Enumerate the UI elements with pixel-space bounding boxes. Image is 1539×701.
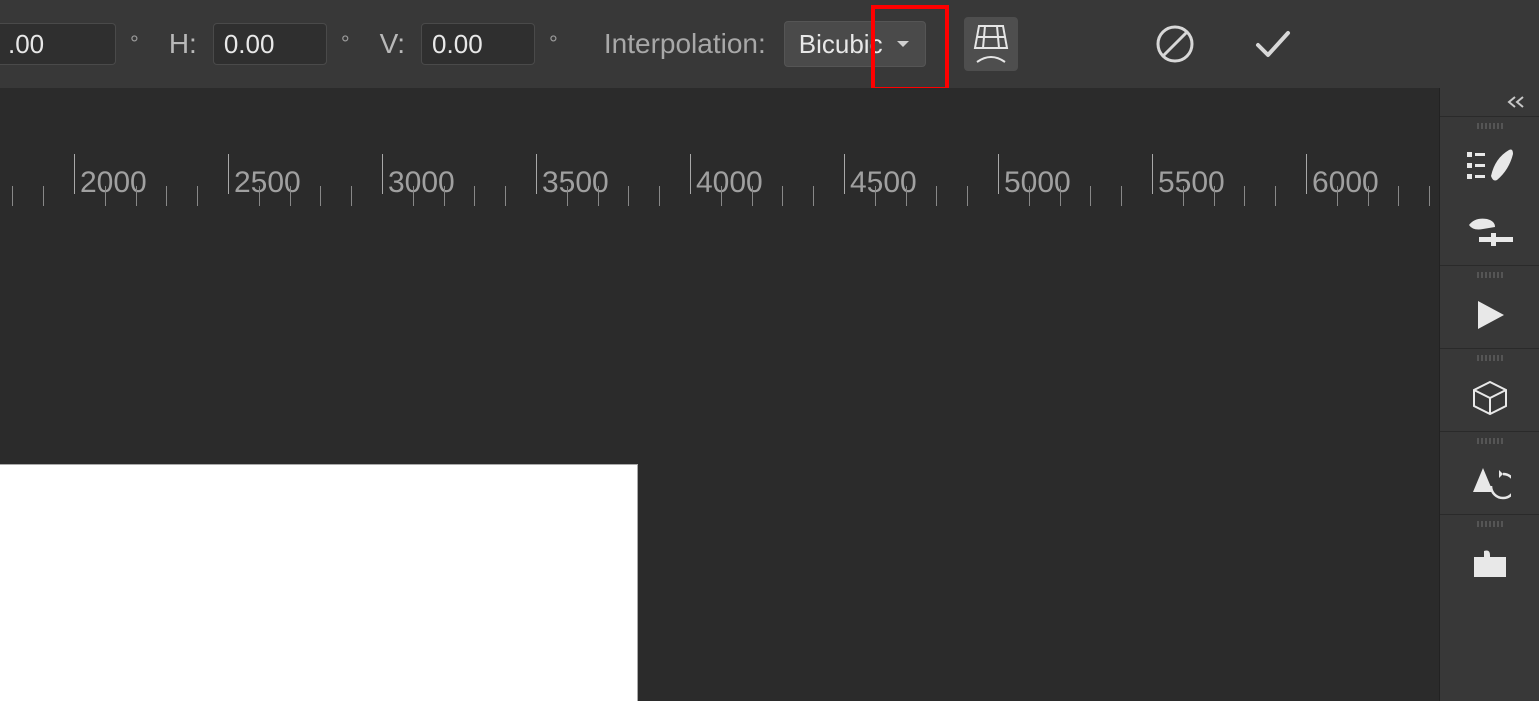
checkmark-icon <box>1250 21 1296 67</box>
ruler-tick-minor <box>259 186 260 206</box>
panel-gripper-icon[interactable] <box>1467 355 1513 361</box>
chevron-down-icon <box>895 36 911 52</box>
ruler-tick-minor <box>1183 186 1184 206</box>
cancel-transform-button[interactable] <box>1148 17 1202 71</box>
ruler-tick-minor <box>752 186 753 206</box>
cube-icon <box>1470 378 1510 418</box>
panel-dock <box>1439 88 1539 701</box>
brush-settings-icon <box>1465 215 1515 249</box>
ruler-tick-minor <box>43 186 44 206</box>
ruler-tick-minor <box>721 186 722 206</box>
puzzle-icon <box>1472 549 1508 579</box>
brushes-panel-button[interactable] <box>1451 133 1529 199</box>
ruler-tick-minor <box>197 186 198 206</box>
panel-slot <box>1440 348 1539 431</box>
extensions-panel-button[interactable] <box>1451 531 1529 597</box>
ruler-tick-minor <box>505 186 506 206</box>
panel-slot <box>1440 116 1539 265</box>
ruler-tick-minor <box>413 186 414 206</box>
ruler-tick-minor <box>782 186 783 206</box>
v-skew-label: V: <box>380 28 405 60</box>
panel-gripper-icon[interactable] <box>1467 272 1513 278</box>
ruler-tick-major: 4000 <box>690 154 691 206</box>
expand-panels-button[interactable] <box>1440 88 1539 116</box>
ruler-tick-minor <box>813 186 814 206</box>
h-skew-label: H: <box>169 28 197 60</box>
ruler-tick-minor <box>936 186 937 206</box>
ruler-tick-minor <box>1060 186 1061 206</box>
canvas-area[interactable]: 2000 2500 3000 3500 4000 4500 5000 5500 6000 <box>0 88 1439 701</box>
ruler-tick-minor <box>12 186 13 206</box>
document-canvas[interactable] <box>0 464 638 701</box>
degree-symbol: ° <box>549 31 558 57</box>
degree-symbol: ° <box>130 31 139 57</box>
properties-panel-button[interactable] <box>1451 448 1529 514</box>
warp-mode-button[interactable] <box>964 17 1018 71</box>
play-icon <box>1472 297 1508 333</box>
horizontal-ruler: 2000 2500 3000 3500 4000 4500 5000 5500 6000 <box>0 154 1439 206</box>
v-skew-input[interactable] <box>421 23 535 65</box>
ruler-tick-major: 3500 <box>536 154 537 206</box>
ruler-tick-minor <box>906 186 907 206</box>
ruler-tick-minor <box>1429 186 1430 206</box>
3d-panel-button[interactable] <box>1451 365 1529 431</box>
rotate-angle-input[interactable] <box>0 23 116 65</box>
ruler-tick-minor <box>1398 186 1399 206</box>
ruler-tick-minor <box>1275 186 1276 206</box>
ruler-tick-minor <box>320 186 321 206</box>
ruler-tick-minor <box>967 186 968 206</box>
ruler-tick-minor <box>1214 186 1215 206</box>
ruler-tick-minor <box>598 186 599 206</box>
ruler-tick-minor <box>1368 186 1369 206</box>
interpolation-label: Interpolation: <box>604 28 766 60</box>
ruler-tick-major: 6000 <box>1306 154 1307 206</box>
panel-gripper-icon[interactable] <box>1467 521 1513 527</box>
ruler-tick-minor <box>351 186 352 206</box>
ruler-tick-minor <box>875 186 876 206</box>
ruler-tick-minor <box>444 186 445 206</box>
ruler-tick-major: 2500 <box>228 154 229 206</box>
ruler-tick-minor <box>1090 186 1091 206</box>
ruler-tick-minor <box>1121 186 1122 206</box>
brush-list-icon <box>1465 146 1515 186</box>
panel-slot <box>1440 514 1539 597</box>
warp-icon <box>971 22 1011 66</box>
ruler-tick-minor <box>628 186 629 206</box>
panel-slot <box>1440 265 1539 348</box>
ruler-tick-minor <box>136 186 137 206</box>
ruler-tick-minor <box>1029 186 1030 206</box>
ruler-tick-major: 3000 <box>382 154 383 206</box>
ruler-tick-minor <box>474 186 475 206</box>
actions-panel-button[interactable] <box>1451 282 1529 348</box>
h-skew-input[interactable] <box>213 23 327 65</box>
ruler-tick-minor <box>166 186 167 206</box>
interpolation-dropdown[interactable]: Bicubic <box>784 21 926 67</box>
shape-rotate-icon <box>1469 462 1511 500</box>
panel-gripper-icon[interactable] <box>1467 123 1513 129</box>
ruler-tick-minor <box>290 186 291 206</box>
panel-gripper-icon[interactable] <box>1467 438 1513 444</box>
ruler-tick-major: 5000 <box>998 154 999 206</box>
ruler-tick-minor <box>1337 186 1338 206</box>
interpolation-value: Bicubic <box>799 29 883 60</box>
options-toolbar: ° H: ° V: ° Interpolation: Bicubic <box>0 0 1539 88</box>
cancel-icon <box>1154 23 1196 65</box>
double-chevron-left-icon <box>1505 95 1527 109</box>
ruler-tick-minor <box>1244 186 1245 206</box>
panel-slot <box>1440 431 1539 514</box>
commit-transform-button[interactable] <box>1246 17 1300 71</box>
ruler-tick-minor <box>567 186 568 206</box>
ruler-tick-minor <box>105 186 106 206</box>
ruler-tick-major: 5500 <box>1152 154 1153 206</box>
ruler-tick-major: 2000 <box>74 154 75 206</box>
ruler-tick-minor <box>659 186 660 206</box>
brush-settings-panel-button[interactable] <box>1451 199 1529 265</box>
degree-symbol: ° <box>341 31 350 57</box>
ruler-tick-major: 4500 <box>844 154 845 206</box>
